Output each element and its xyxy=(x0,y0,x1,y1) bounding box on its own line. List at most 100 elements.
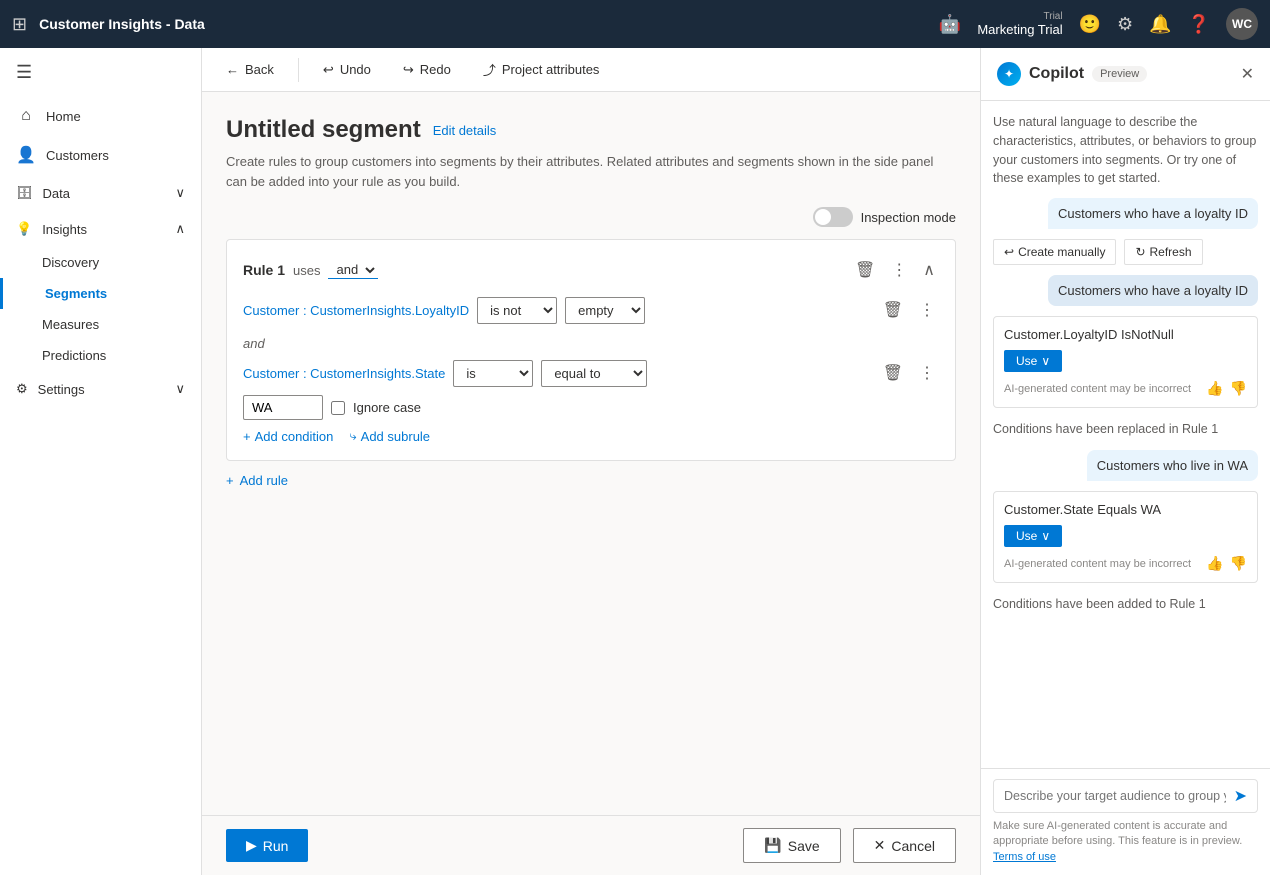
undo-icon: ↩ xyxy=(323,62,334,78)
trial-label: Trial xyxy=(1044,11,1063,22)
project-attributes-button[interactable]: ⤴ Project attributes xyxy=(475,56,608,83)
plus-icon: + xyxy=(243,429,251,444)
add-condition-row: + Add condition ⤷ Add subrule xyxy=(243,428,939,444)
cancel-button[interactable]: ✕ Cancel xyxy=(853,828,956,863)
undo-button[interactable]: ↩ Undo xyxy=(315,58,379,82)
copilot-create-manually-button[interactable]: ↩ Create manually xyxy=(993,239,1116,265)
copilot-body: Use natural language to describe the cha… xyxy=(981,101,1270,768)
settings-icon: ⚙ xyxy=(16,381,28,397)
insights-icon: 💡 xyxy=(16,221,32,237)
sidebar-item-insights[interactable]: 💡 Insights ∧ xyxy=(0,211,201,247)
condition-value-select-1[interactable]: empty null xyxy=(565,297,645,324)
rule-more-button[interactable]: ⋮ xyxy=(887,256,911,284)
sidebar-item-label: Customers xyxy=(46,148,109,163)
back-button[interactable]: ← Back xyxy=(218,58,282,81)
thumbs-up-icon-1[interactable]: 👍 xyxy=(1206,380,1223,397)
back-icon: ← xyxy=(226,62,239,77)
use-button-2[interactable]: Use ∨ xyxy=(1004,525,1062,547)
sidebar-item-customers[interactable]: 👤 Customers xyxy=(0,135,201,175)
condition-field-1: Customer : CustomerInsights.LoyaltyID xyxy=(243,303,469,318)
toggle-knob xyxy=(815,209,831,225)
ignore-case-label: Ignore case xyxy=(353,400,421,415)
question-icon[interactable]: ❓ xyxy=(1188,14,1210,35)
rule-collapse-button[interactable]: ∧ xyxy=(919,256,939,284)
avatar[interactable]: WC xyxy=(1226,8,1258,40)
help-bot-icon[interactable]: 🤖 xyxy=(939,14,961,35)
sidebar-item-home[interactable]: ⌂ Home xyxy=(0,97,201,135)
copilot-panel: ✦ Copilot Preview ✕ Use natural language… xyxy=(980,48,1270,875)
sidebar-item-measures[interactable]: Measures xyxy=(0,309,201,340)
condition-value-select-2[interactable]: equal to not equal to xyxy=(541,360,647,387)
toolbar-divider xyxy=(298,58,299,82)
ai-disclaimer-2: AI-generated content may be incorrect 👍 … xyxy=(1004,555,1247,572)
chevron-icon: ∨ xyxy=(1041,529,1050,543)
copilot-user-message-2: Customers who live in WA xyxy=(1087,450,1258,481)
condition-more-1[interactable]: ⋮ xyxy=(915,296,939,324)
use-button-1[interactable]: Use ∨ xyxy=(1004,350,1062,372)
settings-icon[interactable]: ⚙ xyxy=(1117,14,1133,35)
condition-and-label: and xyxy=(243,332,939,359)
chevron-icon: ∨ xyxy=(1041,354,1050,368)
edit-details-link[interactable]: Edit details xyxy=(433,123,497,138)
copilot-input[interactable] xyxy=(1004,789,1226,803)
bell-icon[interactable]: 🔔 xyxy=(1149,14,1171,35)
sidebar-item-predictions[interactable]: Predictions xyxy=(0,340,201,371)
condition-delete-2[interactable]: 🗑 xyxy=(879,359,907,387)
grid-icon[interactable]: ⊞ xyxy=(12,14,27,35)
condition-operator-2[interactable]: is is not xyxy=(453,360,533,387)
condition-more-2[interactable]: ⋮ xyxy=(915,359,939,387)
thumbs-down-icon-2[interactable]: 👎 xyxy=(1230,555,1247,572)
add-rule-link[interactable]: + Add rule xyxy=(226,473,956,488)
condition-row-2: Customer : CustomerInsights.State is is … xyxy=(243,359,939,387)
terms-of-use-link[interactable]: Terms of use xyxy=(993,851,1056,863)
bottom-bar: ▶ Run 💾 Save ✕ Cancel xyxy=(202,815,980,875)
ignore-case-checkbox[interactable] xyxy=(331,401,345,415)
plus-icon: + xyxy=(226,473,234,488)
copilot-close-button[interactable]: ✕ xyxy=(1241,64,1254,84)
save-button[interactable]: 💾 Save xyxy=(743,828,840,863)
rule-delete-button[interactable]: 🗑 xyxy=(851,256,879,284)
sidebar-item-label: Settings xyxy=(38,382,85,397)
add-condition-link[interactable]: + Add condition xyxy=(243,429,333,444)
sidebar-item-label: Insights xyxy=(42,222,87,237)
copilot-disclaimer: Make sure AI-generated content is accura… xyxy=(993,819,1258,865)
inspection-toggle[interactable] xyxy=(813,207,853,227)
condition-text-value[interactable] xyxy=(243,395,323,420)
condition-operator-1[interactable]: is not is xyxy=(477,297,557,324)
sidebar-item-label: Measures xyxy=(42,317,99,332)
chevron-down-icon: ∨ xyxy=(175,185,185,201)
topbar: ⊞ Customer Insights - Data 🤖 Trial Marke… xyxy=(0,0,1270,48)
project-icon: ⤴ xyxy=(483,60,496,79)
copilot-header: ✦ Copilot Preview ✕ xyxy=(981,48,1270,101)
sidebar-item-settings[interactable]: ⚙ Settings ∨ xyxy=(0,371,201,407)
create-icon: ↩ xyxy=(1004,245,1014,259)
value-input-row: Ignore case xyxy=(243,395,939,420)
inspection-label: Inspection mode xyxy=(861,210,956,225)
rule-operator-select[interactable]: and or xyxy=(328,261,378,279)
rule-number: Rule 1 xyxy=(243,262,285,278)
copilot-logo: ✦ xyxy=(997,62,1021,86)
add-subrule-link[interactable]: ⤷ Add subrule xyxy=(349,428,430,444)
sidebar-item-discovery[interactable]: Discovery xyxy=(0,247,201,278)
copilot-status-2: Conditions have been added to Rule 1 xyxy=(993,593,1258,615)
sidebar-item-data[interactable]: 🗄 Data ∨ xyxy=(0,175,201,211)
copilot-ai-response-1: Customers who have a loyalty ID xyxy=(1048,275,1258,306)
sidebar-item-label: Predictions xyxy=(42,348,106,363)
copilot-send-button[interactable]: ➤ xyxy=(1234,786,1247,806)
subrule-icon: ⤷ xyxy=(349,428,356,444)
condition-delete-1[interactable]: 🗑 xyxy=(879,296,907,324)
thumbs-up-icon-2[interactable]: 👍 xyxy=(1206,555,1223,572)
redo-button[interactable]: ↪ Redo xyxy=(395,58,459,82)
run-button[interactable]: ▶ Run xyxy=(226,829,308,862)
sidebar-item-segments[interactable]: Segments xyxy=(0,278,201,309)
main-layout: ☰ ⌂ Home 👤 Customers 🗄 Data ∨ 💡 Insights… xyxy=(0,48,1270,875)
copilot-card-2: Customer.State Equals WA Use ∨ AI-genera… xyxy=(993,491,1258,583)
run-icon: ▶ xyxy=(246,837,257,854)
copilot-refresh-button[interactable]: ↻ Refresh xyxy=(1124,239,1202,265)
rule-box: Rule 1 uses and or 🗑 ⋮ ∧ C xyxy=(226,239,956,461)
thumbs-down-icon-1[interactable]: 👎 xyxy=(1230,380,1247,397)
sidebar-hamburger[interactable]: ☰ xyxy=(0,48,201,97)
smiley-icon[interactable]: 🙂 xyxy=(1079,14,1101,35)
copilot-action-row: ↩ Create manually ↻ Refresh xyxy=(993,239,1258,265)
page-content: Untitled segment Edit details Create rul… xyxy=(202,92,980,815)
